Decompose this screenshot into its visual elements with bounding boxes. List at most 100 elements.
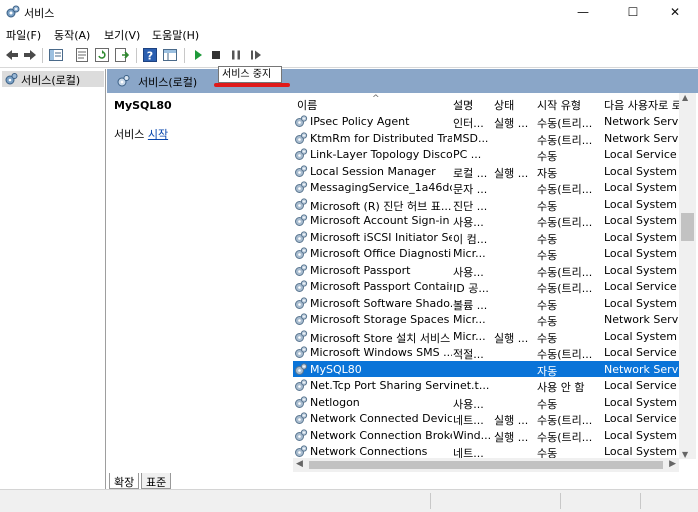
service-row[interactable]: MessagingService_1a46dd6 문자 ... 수동(트리... Lo… xyxy=(293,179,679,196)
service-name-cell: IPsec Policy Agent xyxy=(310,115,410,128)
content-header: 서비스(로컬) xyxy=(107,69,698,93)
service-description-cell: PC ... xyxy=(453,148,482,161)
service-description-cell: Micr... xyxy=(453,247,486,260)
service-row[interactable]: Network Connected Device...네트...실행 ...수동… xyxy=(293,410,679,427)
vertical-scroll-thumb[interactable] xyxy=(681,213,694,241)
column-header-startup-type[interactable]: 시작 유형 xyxy=(537,97,581,113)
service-row[interactable]: Link-Layer Topology Disco... PC ... 수동 Loca… xyxy=(293,146,679,163)
service-logon-cell: Local System xyxy=(604,247,678,260)
horizontal-scroll-thumb[interactable] xyxy=(309,461,663,469)
service-gear-icon xyxy=(294,445,308,458)
start-service-icon[interactable] xyxy=(190,47,206,63)
service-row[interactable]: Local Session Manager 로컬 ... 실행 ... 자동 Local… xyxy=(293,163,679,180)
forward-arrow-icon[interactable] xyxy=(22,47,38,63)
service-name-cell: Net.Tcp Port Sharing Service xyxy=(310,379,452,392)
service-row[interactable]: Microsoft Account Sign-in ... 사용... 수동(트리.… xyxy=(293,212,679,229)
service-row[interactable]: IPsec Policy Agent 인터... 실행 ... 수동(트리... Net… xyxy=(293,113,679,130)
pause-service-icon[interactable] xyxy=(228,47,244,63)
scroll-left-icon[interactable]: ◀ xyxy=(296,459,303,469)
toolbar-separator xyxy=(42,48,43,63)
service-row[interactable]: Microsoft Office Diagnosti... Micr... 수동 Lo… xyxy=(293,245,679,262)
service-row[interactable]: Network Connection Broker Wind... 실행 ... 수동… xyxy=(293,427,679,444)
service-logon-cell: Local Service xyxy=(604,346,677,359)
column-header-name[interactable]: 이름 ^ xyxy=(297,94,380,113)
service-row[interactable]: Microsoft Passport 사용... 수동(트리... Local Sys… xyxy=(293,262,679,279)
column-header-status[interactable]: 상태 xyxy=(494,97,514,113)
service-name-cell: Microsoft Passport Container xyxy=(310,280,452,293)
service-logon-cell: Local System xyxy=(604,214,678,227)
service-gear-icon xyxy=(294,296,308,310)
service-row[interactable]: Network Connections 네트... 수동 Local System xyxy=(293,443,679,459)
tab-standard[interactable]: 표준 xyxy=(141,473,172,489)
service-row[interactable]: KtmRm for Distributed Tra... MSD... 수동(트리.… xyxy=(293,130,679,147)
service-logon-cell: Network Service xyxy=(604,131,679,145)
service-description-cell: net.t... xyxy=(453,379,490,392)
service-row[interactable]: MySQL80자동Network Service xyxy=(293,360,679,378)
show-hide-tree-icon[interactable] xyxy=(48,47,64,63)
detail-action: 서비스 시작 xyxy=(114,126,168,142)
refresh-icon[interactable] xyxy=(94,47,110,63)
export-list-icon[interactable] xyxy=(114,47,130,63)
service-name-cell: Netlogon xyxy=(310,395,360,409)
menu-file[interactable]: 파일(F) xyxy=(6,27,41,43)
services-list: 이름 ^ 설명 상태 시작 유형 다음 사용자로 로 IPsec Policy A… xyxy=(293,93,679,459)
service-logon-cell: Local Service xyxy=(604,412,677,425)
service-row[interactable]: Microsoft iSCSI Initiator Se... 이 컴... 수동 L… xyxy=(293,229,679,246)
maximize-button[interactable]: ☐ xyxy=(610,0,656,24)
service-logon-cell: Local Service xyxy=(604,148,677,161)
service-gear-icon xyxy=(294,230,308,244)
scroll-up-icon[interactable]: ▲ xyxy=(682,93,688,102)
vertical-scrollbar[interactable]: ▲ ▼ xyxy=(679,93,696,459)
service-name-cell: Microsoft Storage Spaces ... xyxy=(310,313,452,326)
help-icon[interactable]: ? xyxy=(142,47,158,63)
start-service-link[interactable]: 시작 xyxy=(148,128,168,141)
tree-item-services-local[interactable]: 서비스(로컬) xyxy=(2,71,104,87)
stop-service-icon[interactable] xyxy=(208,47,224,63)
restart-service-icon[interactable] xyxy=(248,47,264,63)
scroll-down-icon[interactable]: ▼ xyxy=(682,450,688,459)
services-gear-icon xyxy=(5,73,18,85)
service-row[interactable]: Microsoft (R) 진단 허브 표... 진단 ... 수동 Local Sy… xyxy=(293,196,679,213)
service-row[interactable]: Microsoft Passport Container ID 공... 수동(트리… xyxy=(293,278,679,295)
menu-help[interactable]: 도움말(H) xyxy=(152,27,199,43)
status-divider xyxy=(430,493,431,509)
menu-view[interactable]: 보기(V) xyxy=(104,27,140,43)
horizontal-scrollbar[interactable]: ◀ ▶ xyxy=(293,458,679,472)
service-row[interactable]: Microsoft Windows SMS ... 적절... 수동(트리... Lo… xyxy=(293,344,679,361)
service-gear-icon xyxy=(294,115,308,128)
service-logon-cell: Local System xyxy=(604,230,678,244)
service-gear-icon xyxy=(294,329,308,343)
menu-bar: 파일(F) 동작(A) 보기(V) 도움말(H) xyxy=(0,24,698,44)
title-bar: 서비스 — ☐ ✕ xyxy=(0,0,698,24)
service-row[interactable]: Microsoft Software Shado... 볼륨 ... 수동 Local… xyxy=(293,295,679,312)
service-row[interactable]: Netlogon 사용... 수동 Local System xyxy=(293,394,679,411)
menu-action[interactable]: 동작(A) xyxy=(54,27,90,43)
selected-service-name: MySQL80 xyxy=(114,99,172,112)
status-divider xyxy=(560,493,561,509)
back-arrow-icon[interactable] xyxy=(4,47,20,63)
close-button[interactable]: ✕ xyxy=(652,0,698,24)
service-logon-cell: Network Service xyxy=(604,313,679,326)
service-row[interactable]: Microsoft Store 설치 서비스 Micr... 실행 ... 수동 Loc… xyxy=(293,328,679,345)
service-logon-cell: Network Service xyxy=(604,362,679,376)
tab-extended[interactable]: 확장 xyxy=(109,473,140,489)
service-name-cell: Link-Layer Topology Disco... xyxy=(310,148,452,161)
minimize-button[interactable]: — xyxy=(560,0,606,24)
service-gear-icon xyxy=(294,280,308,293)
service-detail-panel: MySQL80 서비스 시작 xyxy=(107,93,293,473)
column-header-description[interactable]: 설명 xyxy=(453,97,473,113)
service-row[interactable]: Microsoft Storage Spaces ... Micr... 수동 Net… xyxy=(293,311,679,328)
properties-icon[interactable] xyxy=(74,47,90,63)
column-header-logon[interactable]: 다음 사용자로 로 xyxy=(604,97,679,113)
svg-text:?: ? xyxy=(147,50,153,63)
view-icon[interactable] xyxy=(162,47,178,63)
scroll-right-icon[interactable]: ▶ xyxy=(669,459,676,469)
console-tree: 서비스(로컬) xyxy=(0,69,106,489)
service-row[interactable]: Net.Tcp Port Sharing Service net.t... 사용 안… xyxy=(293,377,679,394)
toolbar: ? xyxy=(0,44,698,68)
service-logon-cell: Local System xyxy=(604,197,678,211)
toolbar-separator xyxy=(184,48,185,63)
service-name-cell: Microsoft Office Diagnosti... xyxy=(310,247,452,260)
service-gear-icon xyxy=(294,197,308,211)
content-pane: 서비스(로컬) MySQL80 서비스 시작 이름 ^ 설명 상태 시작 유형 다… xyxy=(107,69,698,489)
